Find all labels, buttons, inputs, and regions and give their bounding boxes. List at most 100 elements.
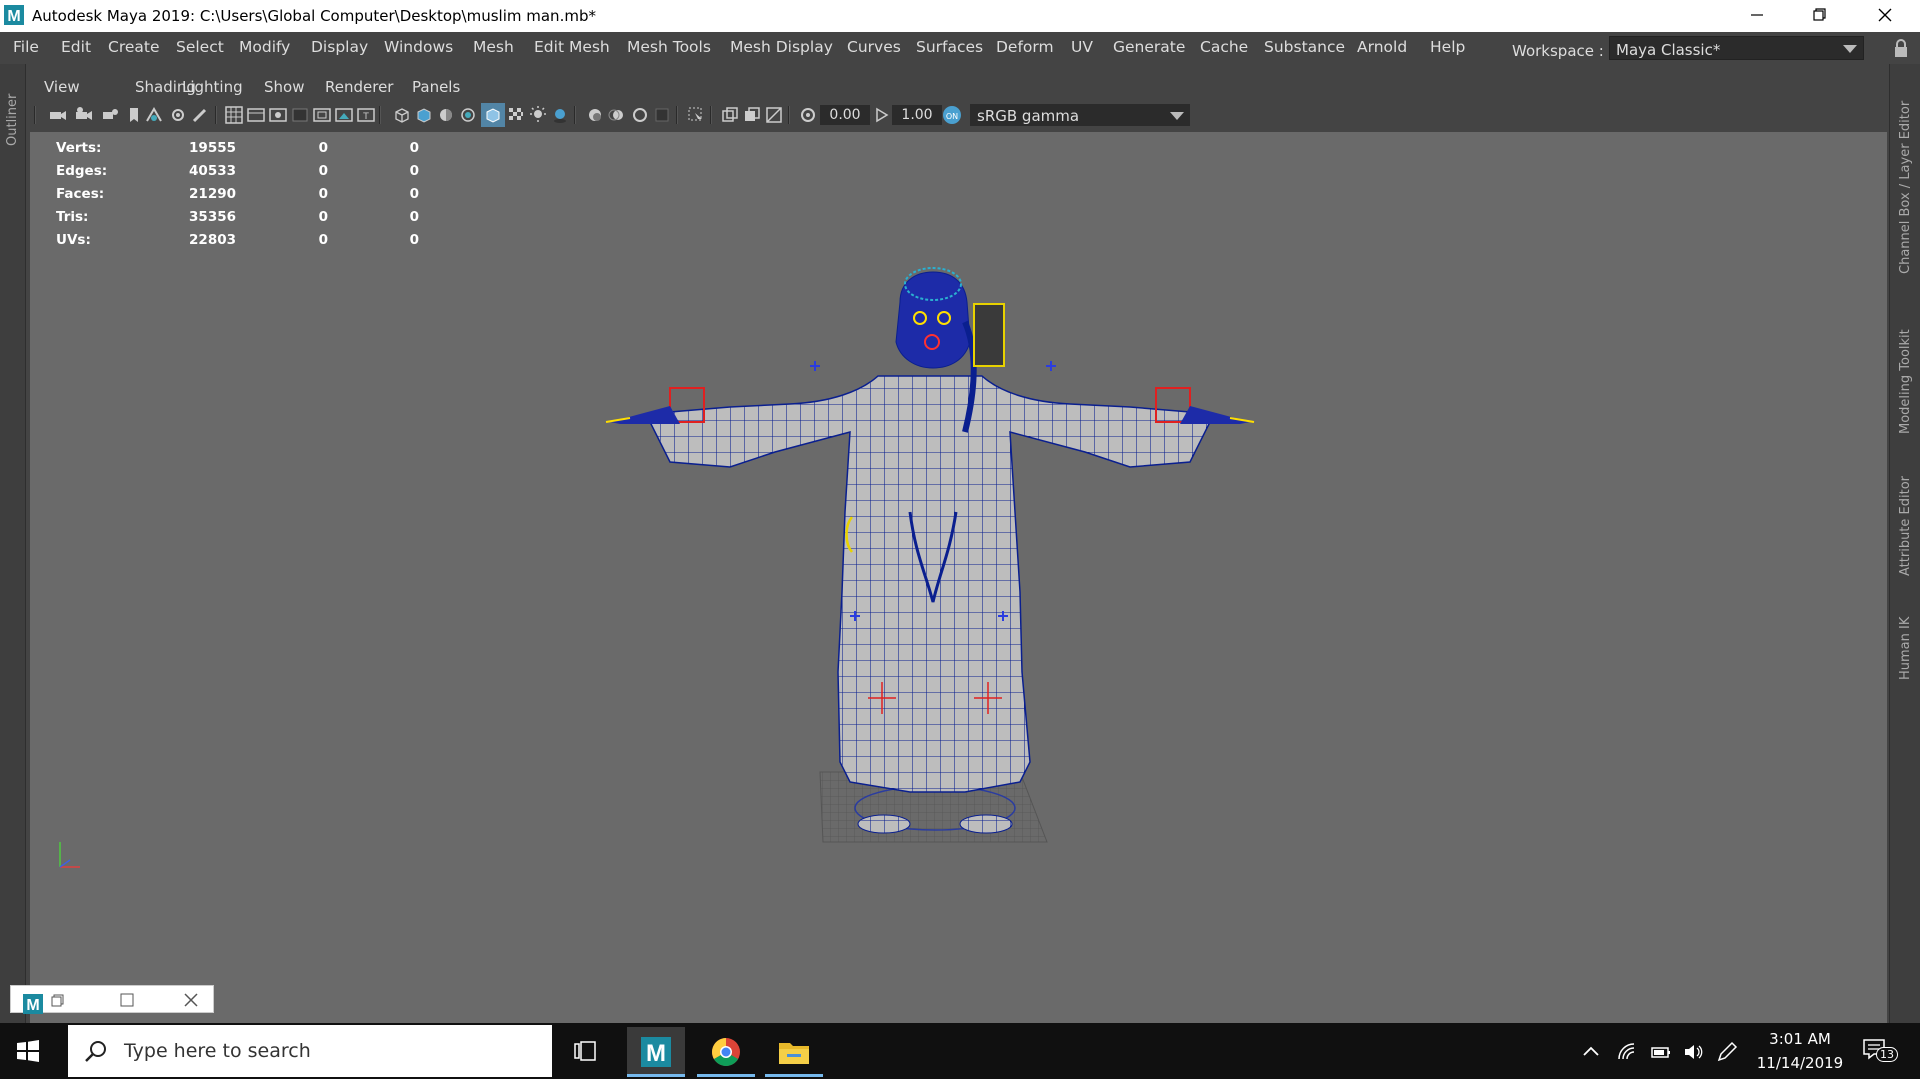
pen-icon[interactable] [1716,1041,1738,1063]
gamma-field[interactable]: 1.00 [892,105,942,125]
exposure-icon[interactable] [798,105,818,125]
minimized-maya-window[interactable]: M [10,985,214,1014]
menu-generate[interactable]: Generate [1113,38,1185,56]
window-title: Autodesk Maya 2019: C:\Users\Global Comp… [32,7,596,25]
menu-windows[interactable]: Windows [384,38,453,56]
attribute-editor-tab[interactable]: Attribute Editor [1898,476,1913,576]
pencil-icon[interactable] [190,105,210,125]
menu-arnold[interactable]: Arnold [1357,38,1407,56]
close-icon[interactable] [181,990,201,1010]
resolution-gate-icon[interactable] [268,105,288,125]
shadows-icon[interactable] [550,105,570,125]
image-plane-icon[interactable] [124,105,144,125]
human-ik-tab[interactable]: Human IK [1898,617,1913,680]
menu-select[interactable]: Select [176,38,224,56]
panel-menu-lighting[interactable]: Lighting [182,78,243,96]
minimize-icon[interactable] [1734,0,1780,30]
menu-deform[interactable]: Deform [996,38,1054,56]
menu-surfaces[interactable]: Surfaces [916,38,983,56]
left-hand [610,406,680,424]
2d-pan-zoom-icon[interactable] [144,105,164,125]
screen-space-ao-icon[interactable] [585,105,605,125]
depth-of-field-icon[interactable] [652,105,672,125]
use-default-material-icon[interactable] [436,105,456,125]
gate-mask-icon[interactable] [290,105,310,125]
textured-icon[interactable] [506,105,526,125]
menu-mesh-tools[interactable]: Mesh Tools [627,38,711,56]
menu-uv[interactable]: UV [1071,38,1093,56]
menu-edit-mesh[interactable]: Edit Mesh [534,38,610,56]
camera-attributes-icon[interactable] [74,105,94,125]
menu-display[interactable]: Display [311,38,368,56]
3d-viewport[interactable]: Verts: 19555 0 0 Edges: 40533 0 0 Faces: 21290 0… [30,132,1887,1079]
motion-blur-icon[interactable] [607,105,627,125]
safe-title-icon[interactable]: T [356,105,376,125]
isolate-select-icon[interactable] [686,105,706,125]
restore-icon[interactable] [47,990,67,1010]
clock-time: 3:01 AM [1769,1030,1831,1048]
menu-cache[interactable]: Cache [1200,38,1248,56]
wireframe-icon[interactable] [392,105,412,125]
maya-app-icon: M [23,994,43,1014]
menu-modify[interactable]: Modify [239,38,290,56]
side-tabs-strip: Channel Box / Layer Editor Modeling Tool… [1889,64,1920,1024]
taskbar-search-box[interactable]: Type here to search [68,1025,552,1077]
menu-substance[interactable]: Substance [1264,38,1345,56]
menu-mesh[interactable]: Mesh [473,38,514,56]
select-camera-icon[interactable] [48,105,68,125]
backface-culling-icon[interactable] [764,105,784,125]
menu-edit[interactable]: Edit [61,38,91,56]
system-clock[interactable]: 3:01 AM 11/14/2019 [1750,1027,1850,1075]
taskbar-file-explorer[interactable] [765,1027,823,1077]
channel-box-tab[interactable]: Channel Box / Layer Editor [1898,101,1913,274]
field-chart-icon[interactable] [312,105,332,125]
menu-create[interactable]: Create [108,38,160,56]
anti-aliasing-icon[interactable] [630,105,650,125]
panel-menu-renderer[interactable]: Renderer [325,78,393,96]
close-icon[interactable] [1862,0,1908,30]
lock-icon[interactable] [1893,38,1909,58]
bookmarks-icon[interactable] [100,105,120,125]
battery-icon[interactable] [1650,1041,1672,1063]
film-gate-icon[interactable] [246,105,266,125]
lights-icon[interactable] [528,105,548,125]
smooth-shade-icon[interactable] [414,105,434,125]
panel-menu-bar: View Shading Lighting Show Renderer Pane… [30,72,1887,98]
color-space-dropdown[interactable]: sRGB gamma [970,104,1190,126]
task-view-button[interactable] [556,1027,614,1077]
menu-help[interactable]: Help [1430,38,1465,56]
exposure-field[interactable]: 0.00 [820,105,870,125]
xray-icon[interactable] [458,105,478,125]
xray-joints-icon[interactable] [720,105,740,125]
workspace-dropdown[interactable]: Maya Classic* [1609,36,1864,60]
panel-menu-show[interactable]: Show [264,78,304,96]
taskbar-chrome[interactable] [697,1027,755,1077]
gamma-icon[interactable] [872,105,892,125]
grease-pencil-icon[interactable] [168,105,188,125]
volume-icon[interactable] [1682,1041,1704,1063]
menu-file[interactable]: File [13,38,39,56]
left-shoe [857,814,911,834]
menu-curves[interactable]: Curves [847,38,901,56]
taskbar-maya[interactable]: M [627,1027,685,1077]
restore-icon[interactable] [1796,0,1842,30]
safe-action-icon[interactable] [334,105,354,125]
windows-start-icon[interactable] [16,1039,40,1063]
color-management-icon[interactable]: ON [941,104,963,126]
xray-active-icon[interactable] [742,105,762,125]
grid-icon[interactable] [224,105,244,125]
modeling-toolkit-tab[interactable]: Modeling Toolkit [1898,329,1913,434]
action-center-button[interactable]: 13 [1862,1037,1898,1065]
panel-toolbar: T 0.00 1.00 ON sRGB gamma [30,102,1887,128]
chevron-up-icon[interactable] [1580,1041,1602,1063]
outliner-tab[interactable]: Outliner [5,94,20,146]
search-placeholder: Type here to search [124,1040,311,1062]
panel-menu-panels[interactable]: Panels [412,78,460,96]
clock-date: 11/14/2019 [1756,1054,1844,1072]
maximize-icon[interactable] [117,990,137,1010]
panel-menu-view[interactable]: View [44,78,80,96]
menu-mesh-display[interactable]: Mesh Display [730,38,833,56]
toolbar-divider [215,106,217,124]
wireframe-on-shaded-icon[interactable] [483,105,503,125]
network-icon[interactable] [1616,1041,1638,1063]
